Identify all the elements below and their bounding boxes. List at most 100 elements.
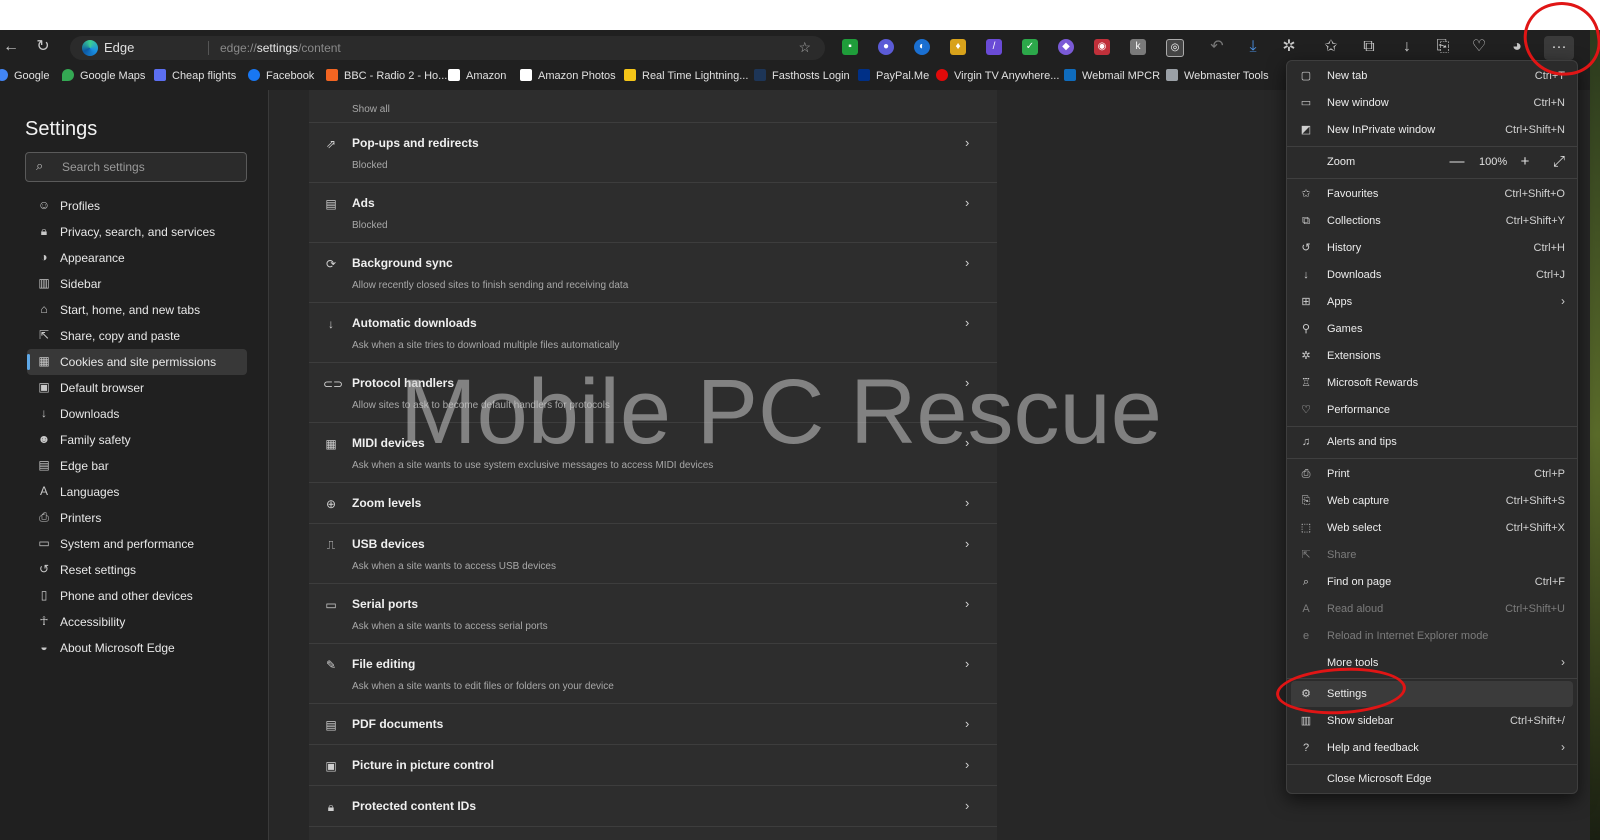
menu-item-print[interactable]: ⎙ Print Ctrl+P: [1291, 461, 1573, 487]
menu-item-find[interactable]: ⌕ Find on page Ctrl+F: [1291, 569, 1573, 595]
sidebar-item-reset[interactable]: ↺ Reset settings: [27, 557, 247, 583]
permission-row[interactable]: ⇗ Pop-ups and redirects Blocked ›: [309, 123, 997, 183]
menu-item-games[interactable]: ⚲ Games: [1291, 316, 1573, 342]
undo-icon[interactable]: ↶: [1206, 36, 1228, 58]
sidebar-item-downloads[interactable]: ↓ Downloads: [27, 401, 247, 427]
menu-item-performance[interactable]: ♡ Performance: [1291, 397, 1573, 423]
permission-row[interactable]: ↓ Automatic downloads Ask when a site tr…: [309, 303, 997, 363]
permission-title: Protected content IDs: [352, 799, 477, 813]
menu-item-new-tab[interactable]: ▢ New tab Ctrl+T: [1291, 63, 1573, 89]
permission-row[interactable]: ▤ Ads Blocked ›: [309, 183, 997, 243]
extension-10-icon[interactable]: ◎: [1166, 39, 1184, 57]
collections-icon[interactable]: ⧉: [1358, 36, 1380, 58]
settings-title: Settings: [25, 118, 98, 140]
menu-item-collections[interactable]: ⧉ Collections Ctrl+Shift+Y: [1291, 208, 1573, 234]
menu-item-label: Favourites: [1327, 188, 1379, 200]
menu-item-shortcut: Ctrl+Shift+N: [1505, 124, 1565, 136]
permission-row[interactable]: ▭ Serial ports Ask when a site wants to …: [309, 584, 997, 644]
downloads-icon[interactable]: ↓: [1396, 36, 1418, 58]
add-favourite-icon[interactable]: ☆: [798, 39, 811, 56]
menu-item-new-window[interactable]: ▭ New window Ctrl+N: [1291, 90, 1573, 116]
sidebar-item-printers[interactable]: ⎙ Printers: [27, 505, 247, 531]
sidebar-item-edge-bar[interactable]: ▤ Edge bar: [27, 453, 247, 479]
sidebar-item-cookies[interactable]: ▦ Cookies and site permissions: [27, 349, 247, 375]
performance-icon[interactable]: ♡: [1468, 36, 1490, 58]
bookmark-icon: [154, 69, 166, 81]
zoom-out-button[interactable]: —: [1447, 152, 1467, 172]
extension-7-icon[interactable]: ◆: [1058, 39, 1074, 55]
extension-6-icon[interactable]: ✓: [1022, 39, 1038, 55]
bookmark-item[interactable]: Google Maps: [62, 69, 145, 82]
sidebar-item-profiles[interactable]: ☺ Profiles: [27, 193, 247, 219]
cookies-icon: ▦: [38, 354, 50, 368]
bookmark-item[interactable]: Cheap flights: [154, 69, 236, 82]
extension-5-icon[interactable]: /: [986, 39, 1002, 55]
sidebar-item-languages[interactable]: A Languages: [27, 479, 247, 505]
permission-row[interactable]: ⟳ Background sync Allow recently closed …: [309, 243, 997, 303]
menu-item-close-edge[interactable]: Close Microsoft Edge: [1291, 766, 1573, 792]
web-capture-icon[interactable]: ⎘: [1432, 36, 1454, 58]
menu-item-help[interactable]: ? Help and feedback ›: [1291, 735, 1573, 761]
sidebar-item-about[interactable]: ◒ About Microsoft Edge: [27, 635, 247, 661]
menu-item-favourites[interactable]: ✩ Favourites Ctrl+Shift+O: [1291, 181, 1573, 207]
permission-row[interactable]: ▣ Picture in picture control ›: [309, 745, 997, 786]
bookmark-item[interactable]: Facebook: [248, 69, 314, 82]
help-icon: ?: [1302, 742, 1310, 754]
download-arrow-icon[interactable]: ⤓: [1242, 36, 1264, 58]
permission-row[interactable]: ✎ File editing Ask when a site wants to …: [309, 644, 997, 704]
search-settings-box[interactable]: ⌕: [25, 152, 247, 182]
sidebar-item-system[interactable]: ▭ System and performance: [27, 531, 247, 557]
permission-row[interactable]: ▤ PDF documents ›: [309, 704, 997, 745]
menu-item-downloads[interactable]: ↓ Downloads Ctrl+J: [1291, 262, 1573, 288]
extension-4-icon[interactable]: ♦: [950, 39, 966, 55]
extension-1-icon[interactable]: ▪: [842, 39, 858, 55]
menu-item-rewards[interactable]: ♖ Microsoft Rewards: [1291, 370, 1573, 396]
bookmark-item[interactable]: Webmaster Tools: [1166, 69, 1269, 82]
puzzle-extensions-icon[interactable]: ✲: [1278, 36, 1300, 58]
sidebar-item-appearance[interactable]: ◑ Appearance: [27, 245, 247, 271]
chevron-right-icon: ›: [1561, 740, 1565, 754]
sidebar-item-share[interactable]: ⇱ Share, copy and paste: [27, 323, 247, 349]
permission-row-partial[interactable]: Show all: [309, 80, 997, 123]
address-bar[interactable]: Edge edge://settings/content ☆: [70, 36, 825, 60]
sidebar-item-privacy[interactable]: 🔒︎ Privacy, search, and services: [27, 219, 247, 245]
menu-item-label: Games: [1327, 323, 1363, 335]
extension-2-icon[interactable]: ●: [878, 39, 894, 55]
fullscreen-button[interactable]: ⤢: [1549, 152, 1569, 172]
zoom-in-button[interactable]: +: [1515, 152, 1535, 172]
lock-icon: 🔒︎: [40, 224, 48, 238]
usb-icon: ⎍: [326, 538, 336, 552]
refresh-icon[interactable]: ↻: [32, 36, 54, 58]
bookmark-icon: [1166, 69, 1178, 81]
show-all-link[interactable]: Show all: [352, 104, 390, 115]
sidebar-item-default-browser[interactable]: ▣ Default browser: [27, 375, 247, 401]
permission-row[interactable]: ⊕ Zoom levels ›: [309, 483, 997, 524]
menu-item-inprivate[interactable]: ◩ New InPrivate window Ctrl+Shift+N: [1291, 117, 1573, 143]
sidebar-item-start-home[interactable]: ⌂ Start, home, and new tabs: [27, 297, 247, 323]
menu-item-history[interactable]: ↺ History Ctrl+H: [1291, 235, 1573, 261]
favourites-star-icon[interactable]: ✩: [1320, 36, 1342, 58]
sidebar-item-sidebar[interactable]: ▥ Sidebar: [27, 271, 247, 297]
sidebar-item-phone[interactable]: ▯ Phone and other devices: [27, 583, 247, 609]
search-settings-input[interactable]: [60, 157, 239, 177]
extension-9-icon[interactable]: k: [1130, 39, 1146, 55]
appearance-icon: ◑: [40, 250, 48, 264]
home-icon: ⌂: [40, 302, 48, 316]
menu-item-web-capture[interactable]: ⎘ Web capture Ctrl+Shift+S: [1291, 488, 1573, 514]
sidebar-item-accessibility[interactable]: ☥ Accessibility: [27, 609, 247, 635]
menu-item-web-select[interactable]: ⬚ Web select Ctrl+Shift+X: [1291, 515, 1573, 541]
back-icon[interactable]: ←: [0, 36, 22, 58]
bookmark-item[interactable]: Google: [0, 69, 49, 82]
permission-row[interactable]: 🔒︎ Protected content IDs ›: [309, 786, 997, 827]
extension-3-icon[interactable]: ◐: [914, 39, 930, 55]
bookmark-item[interactable]: Webmail MPCR: [1064, 69, 1160, 82]
sidebar-item-family[interactable]: ☻ Family safety: [27, 427, 247, 453]
permission-row[interactable]: ⎍ USB devices Ask when a site wants to a…: [309, 524, 997, 584]
menu-item-alerts[interactable]: ♫ Alerts and tips: [1291, 429, 1573, 455]
screenshot: ← ↻ Edge edge://settings/content ☆ ▪ ● ◐…: [0, 0, 1600, 840]
menu-item-apps[interactable]: ⊞ Apps ›: [1291, 289, 1573, 315]
extension-8-icon[interactable]: ◉: [1094, 39, 1110, 55]
menu-item-extensions[interactable]: ✲ Extensions: [1291, 343, 1573, 369]
menu-item-zoom: Zoom — 100% + ⤢: [1291, 149, 1573, 175]
sidebar-item-label: Downloads: [60, 407, 120, 421]
